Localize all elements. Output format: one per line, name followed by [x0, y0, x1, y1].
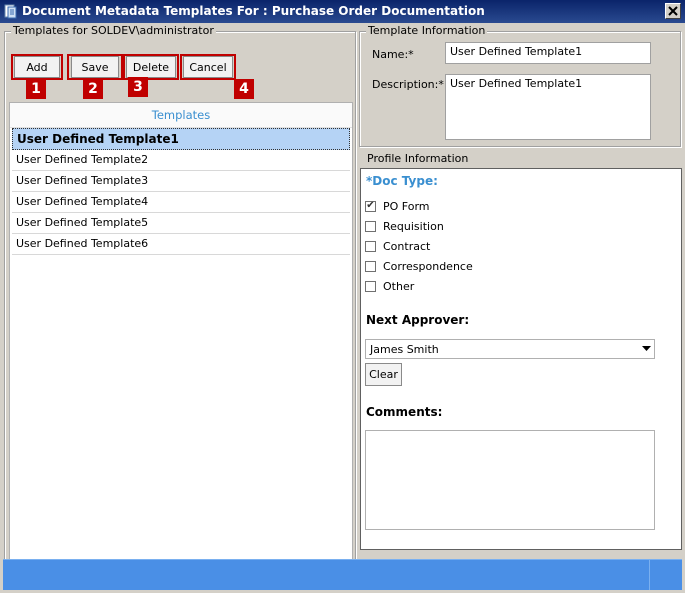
template-info-group: Template Information Name:* User Defined…	[359, 24, 681, 147]
next-approver-select[interactable]: James Smith	[365, 339, 655, 359]
close-button[interactable]	[665, 3, 681, 19]
correspondence-label: Correspondence	[383, 259, 473, 273]
chevron-down-icon[interactable]	[638, 340, 654, 358]
document-app-icon	[4, 4, 17, 19]
resize-grip[interactable]	[649, 560, 682, 590]
profile-panel: *Doc Type: ✔ PO Form Requisition Contrac…	[360, 168, 682, 550]
templates-group: Templates for SOLDEV\administrator Add S…	[4, 24, 356, 580]
contract-label: Contract	[383, 239, 431, 253]
other-label: Other	[383, 279, 415, 293]
title-bar: Document Metadata Templates For : Purcha…	[0, 0, 685, 23]
cancel-button[interactable]: Cancel	[183, 56, 233, 78]
callout-badge-3: 3	[128, 77, 148, 97]
doc-type-other[interactable]: Other	[365, 278, 414, 294]
list-item-template-5[interactable]: User Defined Template5	[12, 213, 350, 234]
delete-button[interactable]: Delete	[126, 56, 176, 78]
description-label: Description:*	[372, 78, 444, 91]
doc-type-requisition[interactable]: Requisition	[365, 218, 444, 234]
window-client-area: Templates for SOLDEV\administrator Add S…	[3, 23, 682, 589]
profile-info-legend: Profile Information	[367, 152, 469, 165]
comments-field[interactable]	[365, 430, 655, 530]
status-bar	[3, 559, 682, 590]
add-button[interactable]: Add	[14, 56, 60, 78]
doc-type-correspondence[interactable]: Correspondence	[365, 258, 473, 274]
list-item-template-1[interactable]: User Defined Template1	[12, 128, 350, 150]
callout-badge-4: 4	[234, 79, 254, 99]
next-approver-label: Next Approver:	[366, 313, 470, 327]
requisition-checkbox[interactable]	[365, 220, 376, 232]
next-approver-value: James Smith	[370, 343, 439, 356]
name-field[interactable]: User Defined Template1	[445, 42, 651, 64]
po-form-checkbox[interactable]: ✔	[365, 200, 376, 212]
window-title: Document Metadata Templates For : Purcha…	[22, 4, 485, 18]
comments-label: Comments:	[366, 405, 443, 419]
list-item-template-4[interactable]: User Defined Template4	[12, 192, 350, 213]
callout-badge-1: 1	[26, 79, 46, 99]
requisition-label: Requisition	[383, 219, 444, 233]
clear-button[interactable]: Clear	[365, 363, 402, 386]
templates-list-header[interactable]: Templates	[10, 103, 352, 128]
close-icon	[668, 6, 678, 16]
doc-type-contract[interactable]: Contract	[365, 238, 430, 254]
doc-type-po-form[interactable]: ✔ PO Form	[365, 198, 430, 214]
contract-checkbox[interactable]	[365, 240, 376, 252]
list-item-template-3[interactable]: User Defined Template3	[12, 171, 350, 192]
templates-list: Templates User Defined Template1 User De…	[9, 102, 353, 580]
save-button[interactable]: Save	[71, 56, 119, 78]
callout-badge-2: 2	[83, 79, 103, 99]
description-field[interactable]: User Defined Template1	[445, 74, 651, 140]
list-item-template-6[interactable]: User Defined Template6	[12, 234, 350, 255]
template-info-legend: Template Information	[366, 24, 488, 37]
po-form-label: PO Form	[383, 199, 430, 213]
templates-group-legend: Templates for SOLDEV\administrator	[11, 24, 216, 37]
list-item-template-2[interactable]: User Defined Template2	[12, 150, 350, 171]
correspondence-checkbox[interactable]	[365, 260, 376, 272]
doc-type-label: *Doc Type:	[366, 174, 438, 188]
name-label: Name:*	[372, 48, 414, 61]
other-checkbox[interactable]	[365, 280, 376, 292]
